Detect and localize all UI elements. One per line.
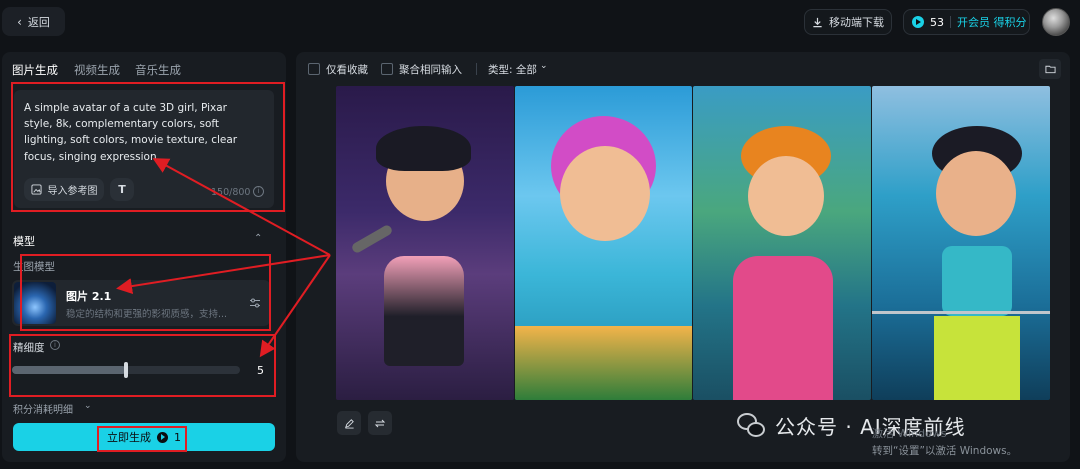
chevron-down-icon[interactable]: ⌄	[84, 401, 92, 411]
wechat-logo-icon	[737, 413, 767, 439]
folder-icon	[1044, 65, 1056, 74]
member-label: 开会员 得积分	[957, 16, 1027, 29]
annotation-box-prompt	[11, 82, 285, 212]
merge-checkbox[interactable]	[381, 63, 393, 75]
generated-image-1[interactable]	[336, 86, 514, 400]
repeat-icon	[374, 419, 386, 427]
toolbar-divider	[476, 63, 477, 75]
tab-image-generation[interactable]: 图片生成	[12, 62, 58, 78]
points-count: 53	[930, 15, 944, 29]
annotation-box-generate	[97, 426, 187, 452]
annotation-box-precision	[9, 334, 276, 397]
regenerate-button[interactable]	[368, 411, 392, 435]
type-filter-chevron-icon[interactable]: ⌄	[540, 61, 548, 71]
download-label: 移动端下载	[829, 16, 884, 29]
back-button[interactable]: ‹ 返回	[2, 7, 65, 36]
points-member-pill[interactable]: 53 开会员 得积分	[903, 9, 1030, 35]
back-label: 返回	[27, 15, 50, 29]
model-section-title: 模型	[13, 235, 35, 248]
download-icon	[813, 17, 822, 27]
activate-windows-line1: 激活 Windows	[872, 427, 947, 440]
generated-image-2[interactable]	[515, 86, 692, 400]
activate-windows-line2: 转到“设置”以激活 Windows。	[872, 445, 1018, 457]
pill-divider	[950, 16, 951, 28]
annotation-box-model	[20, 254, 271, 331]
cost-detail-label[interactable]: 积分消耗明细	[13, 401, 73, 416]
chevron-left-icon: ‹	[17, 14, 22, 29]
pencil-icon	[344, 418, 354, 429]
merge-label: 聚合相同输入	[399, 64, 462, 76]
points-coin-icon	[912, 16, 924, 28]
mobile-download-button[interactable]: 移动端下载	[804, 9, 892, 35]
type-filter-dropdown[interactable]: 类型: 全部	[488, 62, 537, 77]
chevron-up-icon[interactable]: ⌃	[254, 233, 262, 244]
tab-video-generation[interactable]: 视频生成	[74, 62, 120, 78]
favorites-label: 仅看收藏	[326, 64, 368, 76]
generated-image-3[interactable]	[693, 86, 871, 400]
folder-button[interactable]	[1039, 59, 1061, 79]
avatar[interactable]	[1042, 8, 1070, 36]
tab-music-generation[interactable]: 音乐生成	[135, 62, 181, 78]
generated-image-4[interactable]	[872, 86, 1050, 400]
edit-button[interactable]	[337, 411, 361, 435]
annotation-box-images	[294, 52, 332, 462]
